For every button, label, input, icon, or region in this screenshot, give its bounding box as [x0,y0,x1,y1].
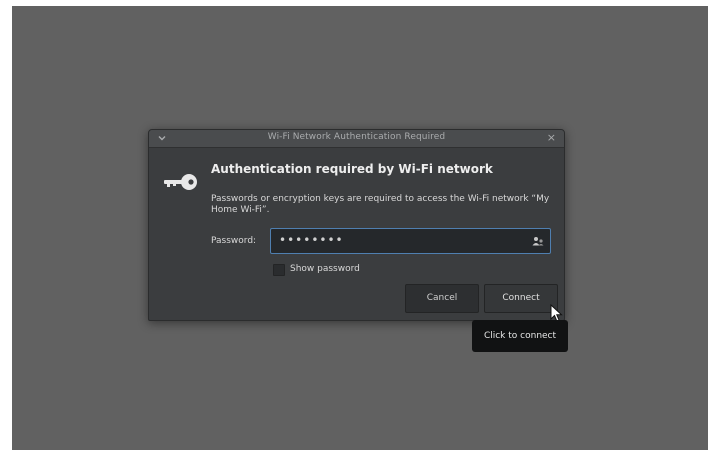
dialog-heading: Authentication required by Wi-Fi network [211,162,493,176]
cancel-button[interactable]: Cancel [405,284,479,313]
show-password-label[interactable]: Show password [290,264,360,274]
connect-tooltip: Click to connect [472,320,568,352]
show-password-checkbox[interactable] [273,264,285,276]
wifi-auth-dialog: Wi-Fi Network Authentication Required × … [148,129,565,321]
close-icon[interactable]: × [547,132,556,144]
user-icon[interactable] [532,236,544,246]
connect-button[interactable]: Connect [484,284,558,313]
password-label: Password: [211,236,257,246]
dialog-titlebar[interactable]: Wi-Fi Network Authentication Required × [149,130,564,148]
password-input[interactable]: •••••••• [270,228,551,254]
key-icon [164,174,197,190]
dialog-title: Wi-Fi Network Authentication Required [267,132,446,142]
password-value: •••••••• [279,233,344,247]
dialog-message: Passwords or encryption keys are require… [211,194,550,215]
